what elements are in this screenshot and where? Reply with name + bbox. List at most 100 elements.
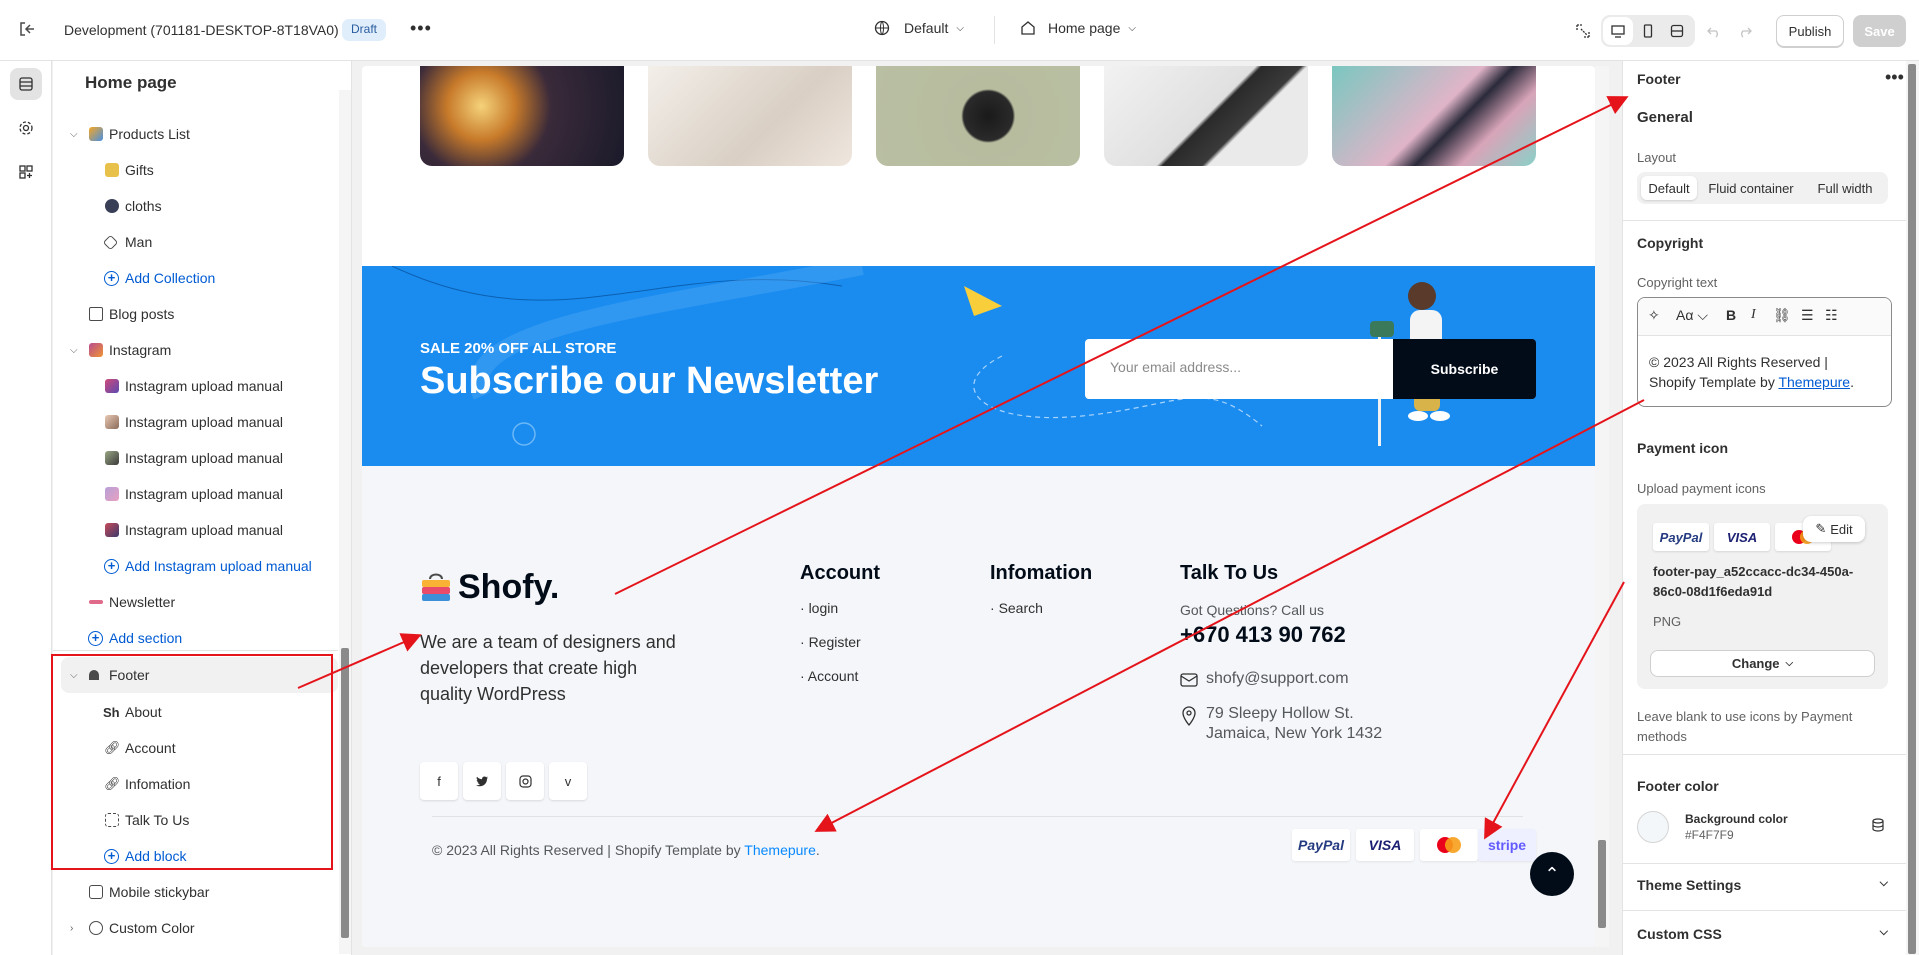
back-to-top-button[interactable]: ⌃ (1530, 852, 1574, 896)
newsletter-icon (89, 600, 103, 604)
inspector-icon[interactable] (1568, 16, 1598, 46)
sidebar-item-instagram-upload[interactable]: Instagram upload manual (53, 404, 338, 440)
location-pin-icon (1182, 706, 1196, 726)
collection-image[interactable] (648, 66, 852, 166)
layout-option-full-width[interactable]: Full width (1805, 176, 1885, 200)
rte-content[interactable]: © 2023 All Rights Reserved | Shopify Tem… (1649, 352, 1885, 392)
collection-image[interactable] (876, 66, 1080, 166)
paypal-icon: PayPal (1653, 523, 1709, 551)
copyright-rich-text-editor[interactable]: ✧ Aα ⌵ B I ⛓︎ ☰ ☷ © 2023 All Rights Rese… (1637, 297, 1892, 407)
left-rail (0, 61, 52, 955)
italic-icon[interactable]: I (1751, 307, 1756, 323)
numbered-list-icon[interactable]: ☷ (1825, 307, 1838, 324)
visa-icon: VISA (1714, 523, 1770, 551)
chevron-right-icon[interactable]: › (70, 923, 73, 934)
custom-css-accordion[interactable]: Custom CSS ⌵ (1637, 926, 1892, 942)
twitter-icon[interactable] (463, 762, 501, 800)
sidebar-item-newsletter[interactable]: Newsletter (53, 584, 338, 620)
ai-magic-icon[interactable]: ✧ (1648, 307, 1660, 324)
rte-link[interactable]: Themepure (1778, 374, 1850, 390)
add-instagram-upload-button[interactable]: + Add Instagram upload manual (53, 548, 338, 584)
layout-option-default[interactable]: Default (1641, 176, 1697, 200)
sidebar-item-products-list[interactable]: ⌵ Products List ▲ (53, 116, 347, 152)
fullscreen-view-icon[interactable] (1662, 16, 1692, 46)
sidebar-item-instagram-upload[interactable]: Instagram upload manual (53, 476, 338, 512)
instagram-icon[interactable] (506, 762, 544, 800)
chevron-down-icon[interactable]: ⌵ (70, 129, 78, 140)
footer-divider (432, 816, 1523, 817)
copyright-text: © 2023 All Rights Reserved | Shopify Tem… (432, 842, 741, 858)
undo-icon[interactable] (1699, 16, 1729, 46)
bullet-list-icon[interactable]: ☰ (1801, 307, 1814, 324)
more-actions-button[interactable]: ••• (410, 18, 432, 39)
canvas-scrollbar[interactable] (1595, 66, 1609, 947)
sidebar-item-cloths[interactable]: cloths (53, 188, 338, 224)
add-collection-button[interactable]: + Add Collection (53, 260, 338, 296)
desktop-view-icon[interactable] (1603, 17, 1633, 45)
sidebar-item-gifts[interactable]: Gifts (53, 152, 338, 188)
sidebar-item-label: cloths (125, 198, 162, 214)
sidebar-item-instagram-upload[interactable]: Instagram upload manual (53, 440, 338, 476)
sidebar-item-mobile-stickybar[interactable]: Mobile stickybar (53, 874, 338, 910)
theme-selector[interactable]: Default ⌵ (874, 20, 964, 36)
color-scheme-icon[interactable] (1871, 818, 1885, 835)
link-text: Account (807, 668, 859, 684)
footer-email[interactable]: shofy@support.com (1206, 670, 1349, 688)
edit-image-button[interactable]: ✎ Edit (1803, 516, 1865, 542)
sidebar-item-label: Blog posts (109, 306, 175, 322)
apps-icon[interactable] (10, 156, 42, 188)
page-selector[interactable]: Home page ⌵ (1020, 20, 1136, 36)
copyright-text-label: Copyright text (1637, 275, 1718, 290)
panel-scrollbar-thumb[interactable] (1908, 64, 1916, 954)
sidebar-item-instagram-upload[interactable]: Instagram upload manual (53, 512, 338, 548)
layout-option-fluid[interactable]: Fluid container (1701, 176, 1801, 200)
footer-link-search[interactable]: · Search (990, 600, 1043, 616)
subscribe-button[interactable]: Subscribe (1393, 339, 1536, 399)
divider (53, 650, 338, 651)
footer-account-heading: Account (800, 562, 880, 584)
more-actions-button[interactable]: ••• (1885, 67, 1904, 88)
sidebar-item-instagram[interactable]: ⌵ Instagram (53, 332, 338, 368)
vimeo-icon[interactable]: v (549, 762, 587, 800)
text-style-icon[interactable]: Aα ⌵ (1676, 307, 1708, 324)
tag-icon (102, 234, 119, 250)
theme-settings-accordion[interactable]: Theme Settings ⌵ (1637, 877, 1892, 893)
link-icon[interactable]: ⛓︎ (1773, 307, 1791, 324)
canvas-scrollbar-thumb[interactable] (1598, 840, 1606, 928)
section-icon (89, 885, 103, 899)
save-button[interactable]: Save (1853, 15, 1906, 47)
facebook-icon[interactable]: f (420, 762, 458, 800)
payment-icon-upload[interactable]: PayPal VISA ✎ Edit footer-pay_a52ccacc-d… (1637, 504, 1888, 689)
sidebar-scrollbar-thumb[interactable] (341, 648, 349, 938)
sidebar-item-blog-posts[interactable]: Blog posts (53, 296, 338, 332)
section-icon (89, 127, 103, 141)
home-icon (1021, 21, 1035, 35)
sidebar-item-man[interactable]: Man (53, 224, 338, 260)
footer-phone[interactable]: +670 413 90 762 (1180, 622, 1346, 648)
sections-icon[interactable] (10, 68, 42, 100)
redo-icon[interactable] (1730, 16, 1760, 46)
footer-logo[interactable]: Shofy. (420, 568, 559, 607)
image-thumb-icon (105, 523, 119, 537)
collection-image[interactable] (1104, 66, 1308, 166)
newsletter-email-input[interactable]: Your email address... (1085, 339, 1394, 399)
collection-image[interactable] (420, 66, 624, 166)
background-color-swatch[interactable] (1637, 811, 1669, 843)
publish-button[interactable]: Publish (1776, 15, 1844, 47)
store-title: Development (701181-DESKTOP-8T18VA0) (64, 22, 339, 38)
chevron-down-icon[interactable]: ⌵ (70, 345, 78, 356)
footer-link-account[interactable]: · Account (800, 668, 858, 684)
sidebar-item-instagram-upload[interactable]: Instagram upload manual (53, 368, 338, 404)
settings-icon[interactable] (10, 112, 42, 144)
change-image-button[interactable]: Change ⌵ (1650, 650, 1875, 677)
address-line: 79 Sleepy Hollow St. (1206, 705, 1354, 722)
exit-icon[interactable] (18, 20, 38, 40)
sidebar-item-custom-color[interactable]: › Custom Color (53, 910, 338, 946)
collection-image[interactable] (1332, 66, 1536, 166)
footer-link-register[interactable]: · Register (800, 634, 861, 650)
mobile-view-icon[interactable] (1633, 16, 1663, 46)
footer-link-login[interactable]: · login (800, 600, 838, 616)
themepure-link[interactable]: Themepure (744, 842, 816, 858)
logo-text: Shofy. (458, 568, 560, 606)
bold-icon[interactable]: B (1726, 307, 1736, 323)
